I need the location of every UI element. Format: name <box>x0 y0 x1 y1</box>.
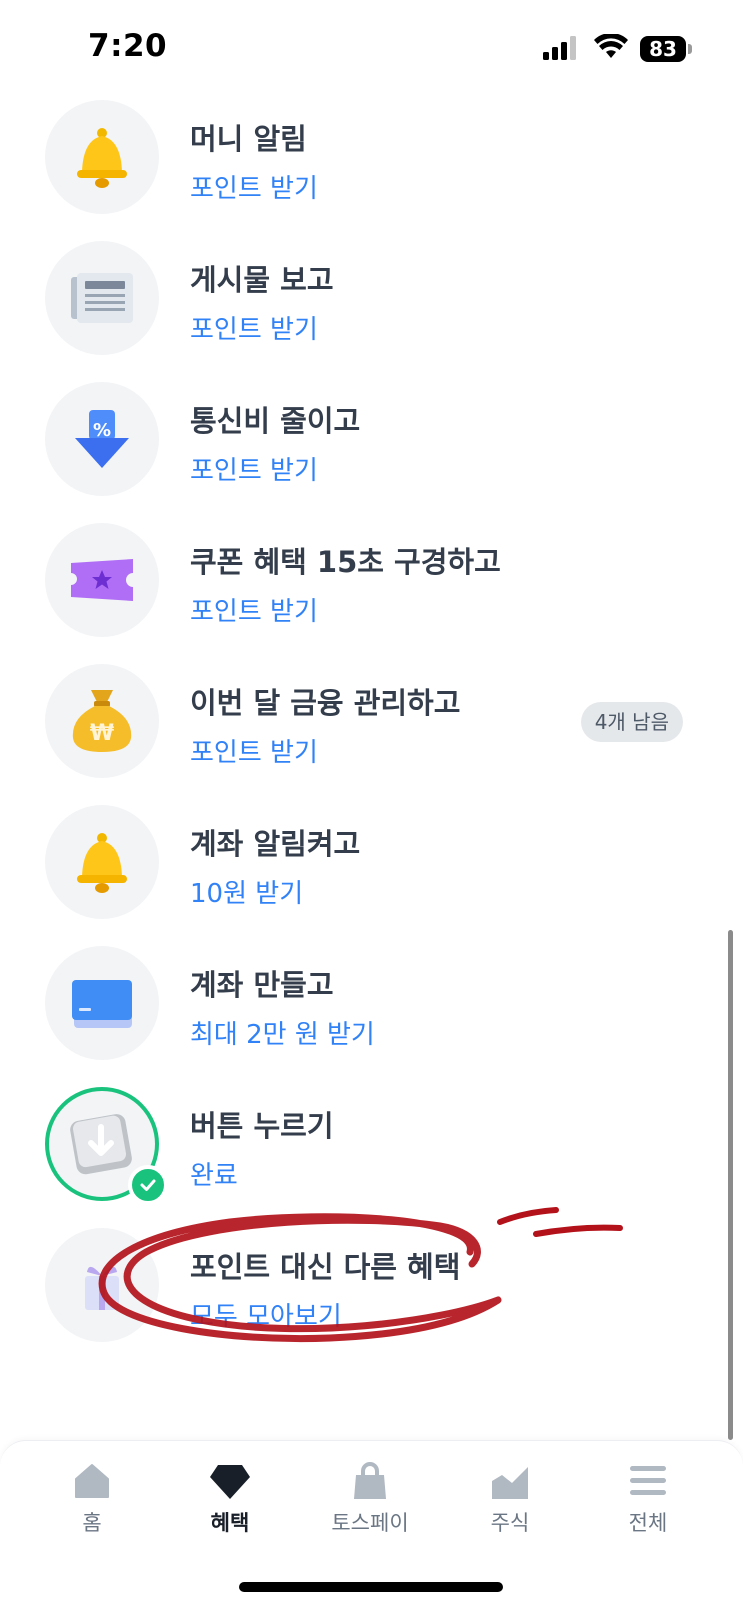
list-item[interactable]: 계좌 알림켜고 10원 받기 <box>0 805 743 929</box>
item-title: 버튼 누르기 <box>190 1109 334 1143</box>
item-subtitle[interactable]: 포인트 받기 <box>190 309 318 346</box>
item-subtitle[interactable]: 10원 받기 <box>190 873 303 910</box>
item-title: 포인트 대신 다른 혜택 <box>190 1250 461 1284</box>
item-title: 계좌 알림켜고 <box>190 827 361 861</box>
wifi-icon <box>594 34 628 58</box>
menu-icon <box>630 1466 666 1495</box>
bell-icon <box>45 100 159 214</box>
list-item[interactable]: 버튼 누르기 완료 <box>0 1087 743 1211</box>
status-bar: 7:20 83 <box>0 0 743 95</box>
gift-icon <box>45 1228 159 1342</box>
signal-icon <box>543 36 576 60</box>
item-title: 통신비 줄이고 <box>190 404 361 438</box>
battery-level: 83 <box>640 36 686 62</box>
benefit-gem-icon <box>210 1465 250 1499</box>
item-subtitle[interactable]: 모두 모아보기 <box>190 1296 342 1333</box>
item-subtitle[interactable]: 포인트 받기 <box>190 591 318 628</box>
tab-tosspay[interactable]: 토스페이 <box>315 1461 425 1551</box>
tab-label: 주식 <box>490 1511 530 1535</box>
tab-stocks[interactable]: 주식 <box>455 1461 565 1551</box>
coupon-ticket-icon <box>45 523 159 637</box>
tab-all[interactable]: 전체 <box>593 1461 703 1551</box>
discount-arrow-icon: % <box>45 382 159 496</box>
card-icon <box>45 946 159 1060</box>
status-time: 7:20 <box>88 28 168 64</box>
item-title: 쿠폰 혜택 15초 구경하고 <box>190 545 501 579</box>
list-item[interactable]: 게시물 보고 포인트 받기 <box>0 241 743 365</box>
list-item[interactable]: 쿠폰 혜택 15초 구경하고 포인트 받기 <box>0 523 743 647</box>
stock-chart-icon <box>492 1467 528 1499</box>
tab-label: 전체 <box>628 1511 668 1535</box>
tab-benefit[interactable]: 혜택 <box>175 1461 285 1551</box>
money-bag-icon: ₩ <box>45 664 159 778</box>
item-title: 머니 알림 <box>190 122 307 156</box>
list-item[interactable]: ₩ 이번 달 금융 관리하고 포인트 받기 4개 남음 <box>0 664 743 788</box>
remaining-badge: 4개 남음 <box>580 702 683 742</box>
bell-icon <box>45 805 159 919</box>
item-subtitle[interactable]: 포인트 받기 <box>190 450 318 487</box>
item-title: 계좌 만들고 <box>190 968 334 1002</box>
item-title: 이번 달 금융 관리하고 <box>190 686 461 720</box>
list-item[interactable]: % 통신비 줄이고 포인트 받기 <box>0 382 743 506</box>
tab-home[interactable]: 홈 <box>37 1461 147 1551</box>
item-subtitle[interactable]: 최대 2만 원 받기 <box>190 1014 375 1051</box>
item-title: 게시물 보고 <box>190 263 334 297</box>
scrollbar[interactable] <box>728 930 733 1440</box>
item-subtitle[interactable]: 포인트 받기 <box>190 732 318 769</box>
item-subtitle[interactable]: 포인트 받기 <box>190 168 318 205</box>
list-item[interactable]: 계좌 만들고 최대 2만 원 받기 <box>0 946 743 1070</box>
list-item[interactable]: 머니 알림 포인트 받기 <box>0 100 743 224</box>
tab-label: 홈 <box>82 1511 102 1535</box>
home-icon <box>75 1464 109 1498</box>
item-subtitle: 완료 <box>190 1161 238 1191</box>
svg-text:₩: ₩ <box>90 721 114 746</box>
tab-label: 혜택 <box>210 1511 250 1535</box>
shopping-bag-icon <box>354 1462 386 1499</box>
list-item[interactable]: 포인트 대신 다른 혜택 모두 모아보기 <box>0 1228 743 1352</box>
battery-icon: 83 <box>640 36 692 62</box>
tab-label: 토스페이 <box>331 1511 409 1535</box>
check-icon <box>128 1165 168 1205</box>
home-indicator <box>239 1582 503 1592</box>
svg-text:%: % <box>93 420 111 441</box>
newspaper-icon <box>45 241 159 355</box>
